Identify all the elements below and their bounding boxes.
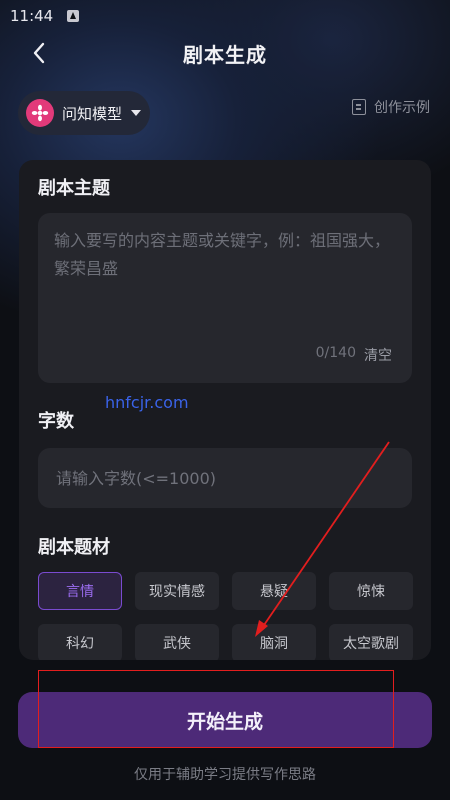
notification-icon xyxy=(67,10,80,22)
genre-chip[interactable]: 武侠 xyxy=(135,624,219,660)
word-count-input[interactable] xyxy=(56,448,396,508)
status-bar: 11:44 xyxy=(0,0,450,32)
model-selector[interactable]: 问知模型 xyxy=(18,91,150,135)
chevron-left-icon xyxy=(33,42,45,64)
clear-button[interactable]: 清空 xyxy=(364,345,392,365)
char-counter: 0/140 xyxy=(315,345,356,361)
document-icon xyxy=(352,99,366,115)
back-button[interactable] xyxy=(26,40,52,66)
genre-chip[interactable]: 脑洞 xyxy=(232,624,316,660)
status-time: 11:44 xyxy=(10,7,54,25)
topic-box: 0/140 清空 xyxy=(38,213,412,383)
examples-label: 创作示例 xyxy=(374,100,430,116)
genre-chip[interactable]: 悬疑 xyxy=(232,572,316,610)
genre-chip[interactable]: 惊悚 xyxy=(329,572,413,610)
topic-input[interactable] xyxy=(54,227,394,337)
genre-chip[interactable]: 言情 xyxy=(38,572,122,610)
caret-down-icon xyxy=(131,110,142,116)
start-generate-button[interactable]: 开始生成 xyxy=(18,692,432,748)
footer-note: 仅用于辅助学习提供写作思路 xyxy=(134,767,316,783)
app-header: 剧本生成 xyxy=(0,32,450,74)
model-name: 问知模型 xyxy=(62,104,123,123)
word-count-box xyxy=(38,448,412,508)
topic-section-title: 剧本主题 xyxy=(38,178,110,199)
genre-grid: 言情 现实情感 悬疑 惊悚 科幻 武侠 脑洞 太空歌剧 xyxy=(38,572,413,660)
watermark-text: hnfcjr.com xyxy=(105,393,189,412)
genre-chip[interactable]: 科幻 xyxy=(38,624,122,660)
model-logo-icon xyxy=(26,99,54,127)
word-count-section-title: 字数 xyxy=(38,411,74,432)
page-title: 剧本生成 xyxy=(183,42,267,67)
examples-link[interactable]: 创作示例 xyxy=(352,97,430,117)
form-card: 剧本主题 0/140 清空 字数 剧本题材 言情 现实情感 悬疑 惊悚 科幻 武… xyxy=(19,160,431,660)
genre-chip[interactable]: 现实情感 xyxy=(135,572,219,610)
genre-section-title: 剧本题材 xyxy=(38,537,110,558)
genre-chip[interactable]: 太空歌剧 xyxy=(329,624,413,660)
